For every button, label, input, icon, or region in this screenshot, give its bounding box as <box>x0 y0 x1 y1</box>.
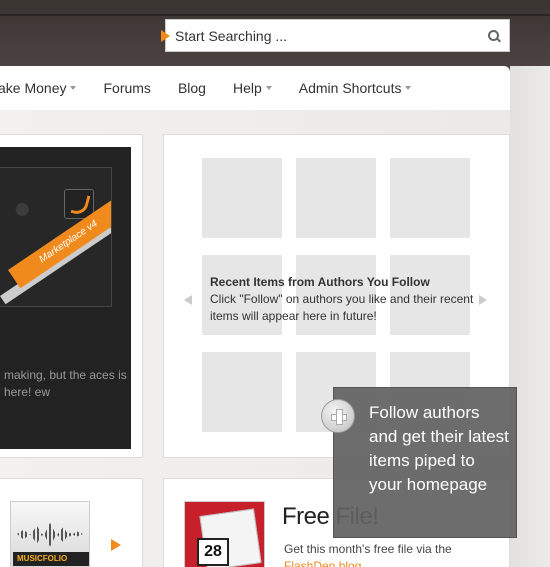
recent-items-description: Click "Follow" on authors you like and t… <box>210 292 474 323</box>
main-nav: ake Money Forums Blog Help Admin Shortcu… <box>0 66 510 110</box>
previous-arrow-icon[interactable] <box>184 295 192 305</box>
musicfolio-thumbnail[interactable]: MUSICFOLIO <box>10 501 90 567</box>
next-arrow-icon[interactable] <box>479 295 487 305</box>
search-bar[interactable] <box>161 19 510 52</box>
search-input[interactable] <box>175 27 479 44</box>
calendar-icon: 28 <box>197 538 229 566</box>
nav-item-label: ake Money <box>0 80 67 96</box>
free-file-text: Get this month's free file via the <box>284 542 452 556</box>
follow-tooltip: Follow authors and get their latest item… <box>321 387 517 538</box>
nav-item-make-money[interactable]: ake Money <box>0 80 77 96</box>
nav-item-blog[interactable]: Blog <box>178 80 206 96</box>
nav-item-forums[interactable]: Forums <box>103 80 150 96</box>
waveform-icon <box>17 522 83 547</box>
item-placeholder-tile <box>296 158 376 238</box>
chevron-down-icon <box>265 86 272 90</box>
recent-items-message: Recent Items from Authors You Follow Cli… <box>210 274 480 325</box>
item-placeholder-tile <box>390 158 470 238</box>
chevron-down-icon <box>70 86 77 90</box>
search-icon[interactable] <box>479 21 509 51</box>
search-arrow-icon <box>161 29 170 42</box>
musicfolio-label: MUSICFOLIO <box>13 552 89 566</box>
marketplace-banner-image[interactable]: Marketplace v4 <box>0 167 112 307</box>
nav-item-admin-shortcuts[interactable]: Admin Shortcuts <box>299 80 412 96</box>
nav-item-label: Blog <box>177 80 206 96</box>
item-placeholder-tile <box>202 352 282 432</box>
free-file-description: Get this month's free file via the Flash… <box>284 541 504 567</box>
nav-item-help[interactable]: Help <box>233 80 272 96</box>
promo-banner[interactable]: Marketplace v4 making, but the aces is h… <box>0 147 131 449</box>
promo-text: making, but the aces is here! ew <box>4 368 127 399</box>
plus-icon <box>321 399 355 433</box>
nav-item-label: Forums <box>103 80 151 96</box>
nav-item-label: Admin Shortcuts <box>298 80 402 96</box>
promo-panel: Marketplace v4 making, but the aces is h… <box>0 134 143 458</box>
free-file-link[interactable]: FlashDen blog <box>284 559 361 567</box>
music-panel: MUSICFOLIO <box>0 478 143 567</box>
free-file-thumbnail[interactable]: 28 <box>184 501 265 567</box>
tooltip-text: Follow authors and get their latest item… <box>369 403 509 494</box>
nav-item-label: Help <box>232 80 262 96</box>
chevron-down-icon <box>405 86 412 90</box>
play-arrow-icon[interactable] <box>111 539 121 551</box>
item-placeholder-tile <box>202 158 282 238</box>
recent-items-title: Recent Items from Authors You Follow <box>210 275 430 289</box>
